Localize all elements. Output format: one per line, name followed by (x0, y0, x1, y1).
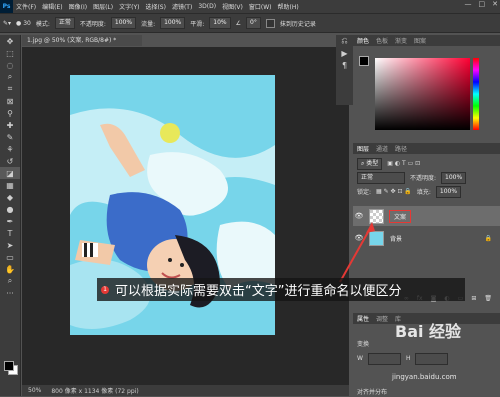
step-number-badge: 1 (101, 285, 109, 294)
baidu-watermark: Bai 经验 (395, 322, 462, 341)
annotation-caption: 1 可以根据实际需要双击“文字”进行重命名以便区分 (97, 278, 465, 301)
annotation-text: 可以根据实际需要双击“文字”进行重命名以便区分 (115, 284, 402, 299)
watermark-url: jingyan.baidu.com (392, 373, 457, 381)
